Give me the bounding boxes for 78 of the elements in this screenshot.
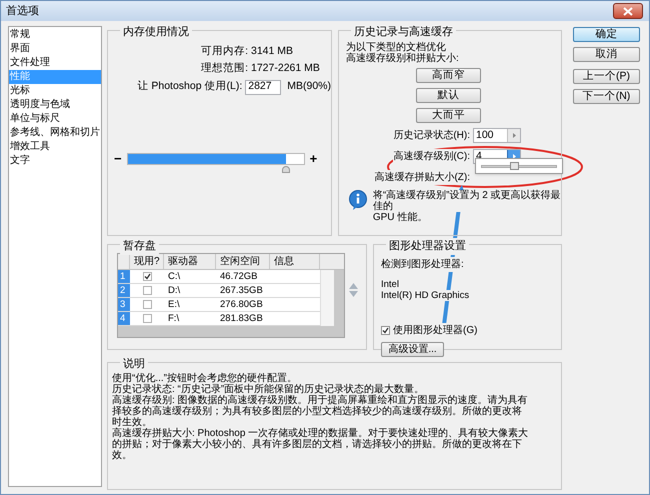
advanced-settings-button[interactable]: 高级设置... xyxy=(381,342,444,357)
field-label: 理想范围: xyxy=(200,60,249,76)
checkbox[interactable] xyxy=(381,326,390,335)
table-cell-text: E:\ xyxy=(167,298,181,311)
dialog-button[interactable]: 上一个(P) xyxy=(573,69,640,84)
preset-button[interactable]: 大而平 xyxy=(416,108,481,123)
spinner-field[interactable]: 100 xyxy=(473,128,521,143)
category-item[interactable]: 文件处理 xyxy=(9,56,101,70)
column-header[interactable]: 空闲空间 xyxy=(216,254,270,269)
window-title: 首选项 xyxy=(6,4,39,19)
checkbox[interactable] xyxy=(142,286,152,295)
field-label: 检测到图形处理器: xyxy=(381,257,464,272)
close-icon xyxy=(623,6,633,16)
description-text: 时生效。 xyxy=(112,417,153,428)
row-number: 4 xyxy=(118,312,130,325)
close-button[interactable] xyxy=(613,3,643,19)
field-label: 让 Photoshop 使用(L): xyxy=(136,79,244,94)
intro-text: 高速缓存级别和拼贴大小: xyxy=(346,53,460,64)
table-cell-text: 267.35GB xyxy=(219,284,264,297)
move-up-icon[interactable] xyxy=(349,283,358,289)
description-text: 历史记录状态: “历史记录”面板中所能保留的历史记录状态的最大数量。 xyxy=(112,384,426,395)
row-number: 1 xyxy=(118,270,130,283)
info-icon xyxy=(348,190,368,210)
group-title: 图形处理器设置 xyxy=(386,238,469,254)
gpu-name-text: Intel(R) HD Graphics xyxy=(381,290,470,301)
memory-input[interactable]: 2827 xyxy=(245,80,282,94)
scrollbar[interactable] xyxy=(320,270,334,326)
value-text: 3141 MB xyxy=(251,44,294,59)
column-header[interactable]: 信息 xyxy=(270,254,320,269)
slider-thumb[interactable] xyxy=(510,162,519,170)
field-label: 历史记录状态(H): xyxy=(393,128,470,143)
description-text: 效。 xyxy=(112,450,133,461)
table-cell-text: 46.72GB xyxy=(219,270,258,283)
dialog-button[interactable]: 取消 xyxy=(573,47,640,62)
column-header[interactable]: 现用? xyxy=(130,254,164,269)
table-cell-text: F:\ xyxy=(167,312,180,325)
description-text: 择较多的高速缓存级别；为具有较多图层的小型文档选择较少的高速缓存级别。所做的更改将 xyxy=(112,406,523,417)
category-item[interactable]: 参考线、网格和切片 xyxy=(9,126,101,140)
category-item[interactable]: 常规 xyxy=(9,28,101,42)
unit-text: MB(90%) xyxy=(286,79,331,94)
table-cell-text: C:\ xyxy=(167,270,182,283)
category-item[interactable]: 透明度与色域 xyxy=(9,98,101,112)
description-text: 的拼贴；对于像素大小较小的、具有许多图层的文档，请选择较小的拼贴。所做的更改将在下 xyxy=(112,439,523,450)
value-text: 1727-2261 MB xyxy=(251,60,320,76)
table-cell-text: 281.83GB xyxy=(219,312,264,325)
plus-sign: + xyxy=(310,150,318,168)
checkbox-label: 使用图形处理器(G) xyxy=(393,323,478,338)
gpu-name-text: Intel xyxy=(381,279,399,290)
column-header[interactable]: 驱动器 xyxy=(164,254,216,269)
checkbox[interactable] xyxy=(142,272,152,281)
category-item[interactable]: 文字 xyxy=(9,154,101,168)
minus-sign: − xyxy=(114,150,122,168)
category-item[interactable]: 单位与标尺 xyxy=(9,112,101,126)
description-text: 高速缓存拼贴大小: Photoshop 一次存储或处理的数据量。对于要快速处理的、具有较大像素大 xyxy=(112,428,530,439)
dialog-button[interactable]: 下一个(N) xyxy=(573,89,640,104)
table-cell-text: D:\ xyxy=(167,284,182,297)
move-down-icon[interactable] xyxy=(349,291,358,297)
intro-text: 为以下类型的文档优化 xyxy=(346,42,446,53)
checkbox[interactable] xyxy=(142,300,152,309)
tip-text: 将“高速缓存级别”设置为 2 或更高以获得最佳的 xyxy=(372,190,561,212)
row-number: 2 xyxy=(118,284,130,297)
description-text: 高速缓存级别: 图像数据的高速缓存级别数。用于提高屏幕重绘和直方图显示的速度。请为具有 xyxy=(112,395,529,406)
field-label: 高速缓存级别(C): xyxy=(393,149,470,164)
category-item[interactable]: 增效工具 xyxy=(9,140,101,154)
preset-button[interactable]: 高而窄 xyxy=(416,68,481,83)
row-number: 3 xyxy=(118,298,130,311)
field-label: 高速缓存拼贴大小(Z): xyxy=(374,170,470,185)
category-item[interactable]: 界面 xyxy=(9,42,101,56)
checkbox[interactable] xyxy=(142,314,152,323)
slider-thumb[interactable] xyxy=(282,166,290,173)
field-label: 可用内存: xyxy=(200,44,249,59)
group-title: 暂存盘 xyxy=(120,238,159,254)
slider-popup[interactable] xyxy=(475,158,563,174)
preset-button[interactable]: 默认 xyxy=(416,88,481,103)
dialog-button[interactable]: 确定 xyxy=(573,27,640,42)
table-cell-text: 276.80GB xyxy=(219,298,264,311)
category-item[interactable]: 光标 xyxy=(9,84,101,98)
description-text: 使用“优化...”按钮时会考虑您的硬件配置。 xyxy=(112,373,298,384)
